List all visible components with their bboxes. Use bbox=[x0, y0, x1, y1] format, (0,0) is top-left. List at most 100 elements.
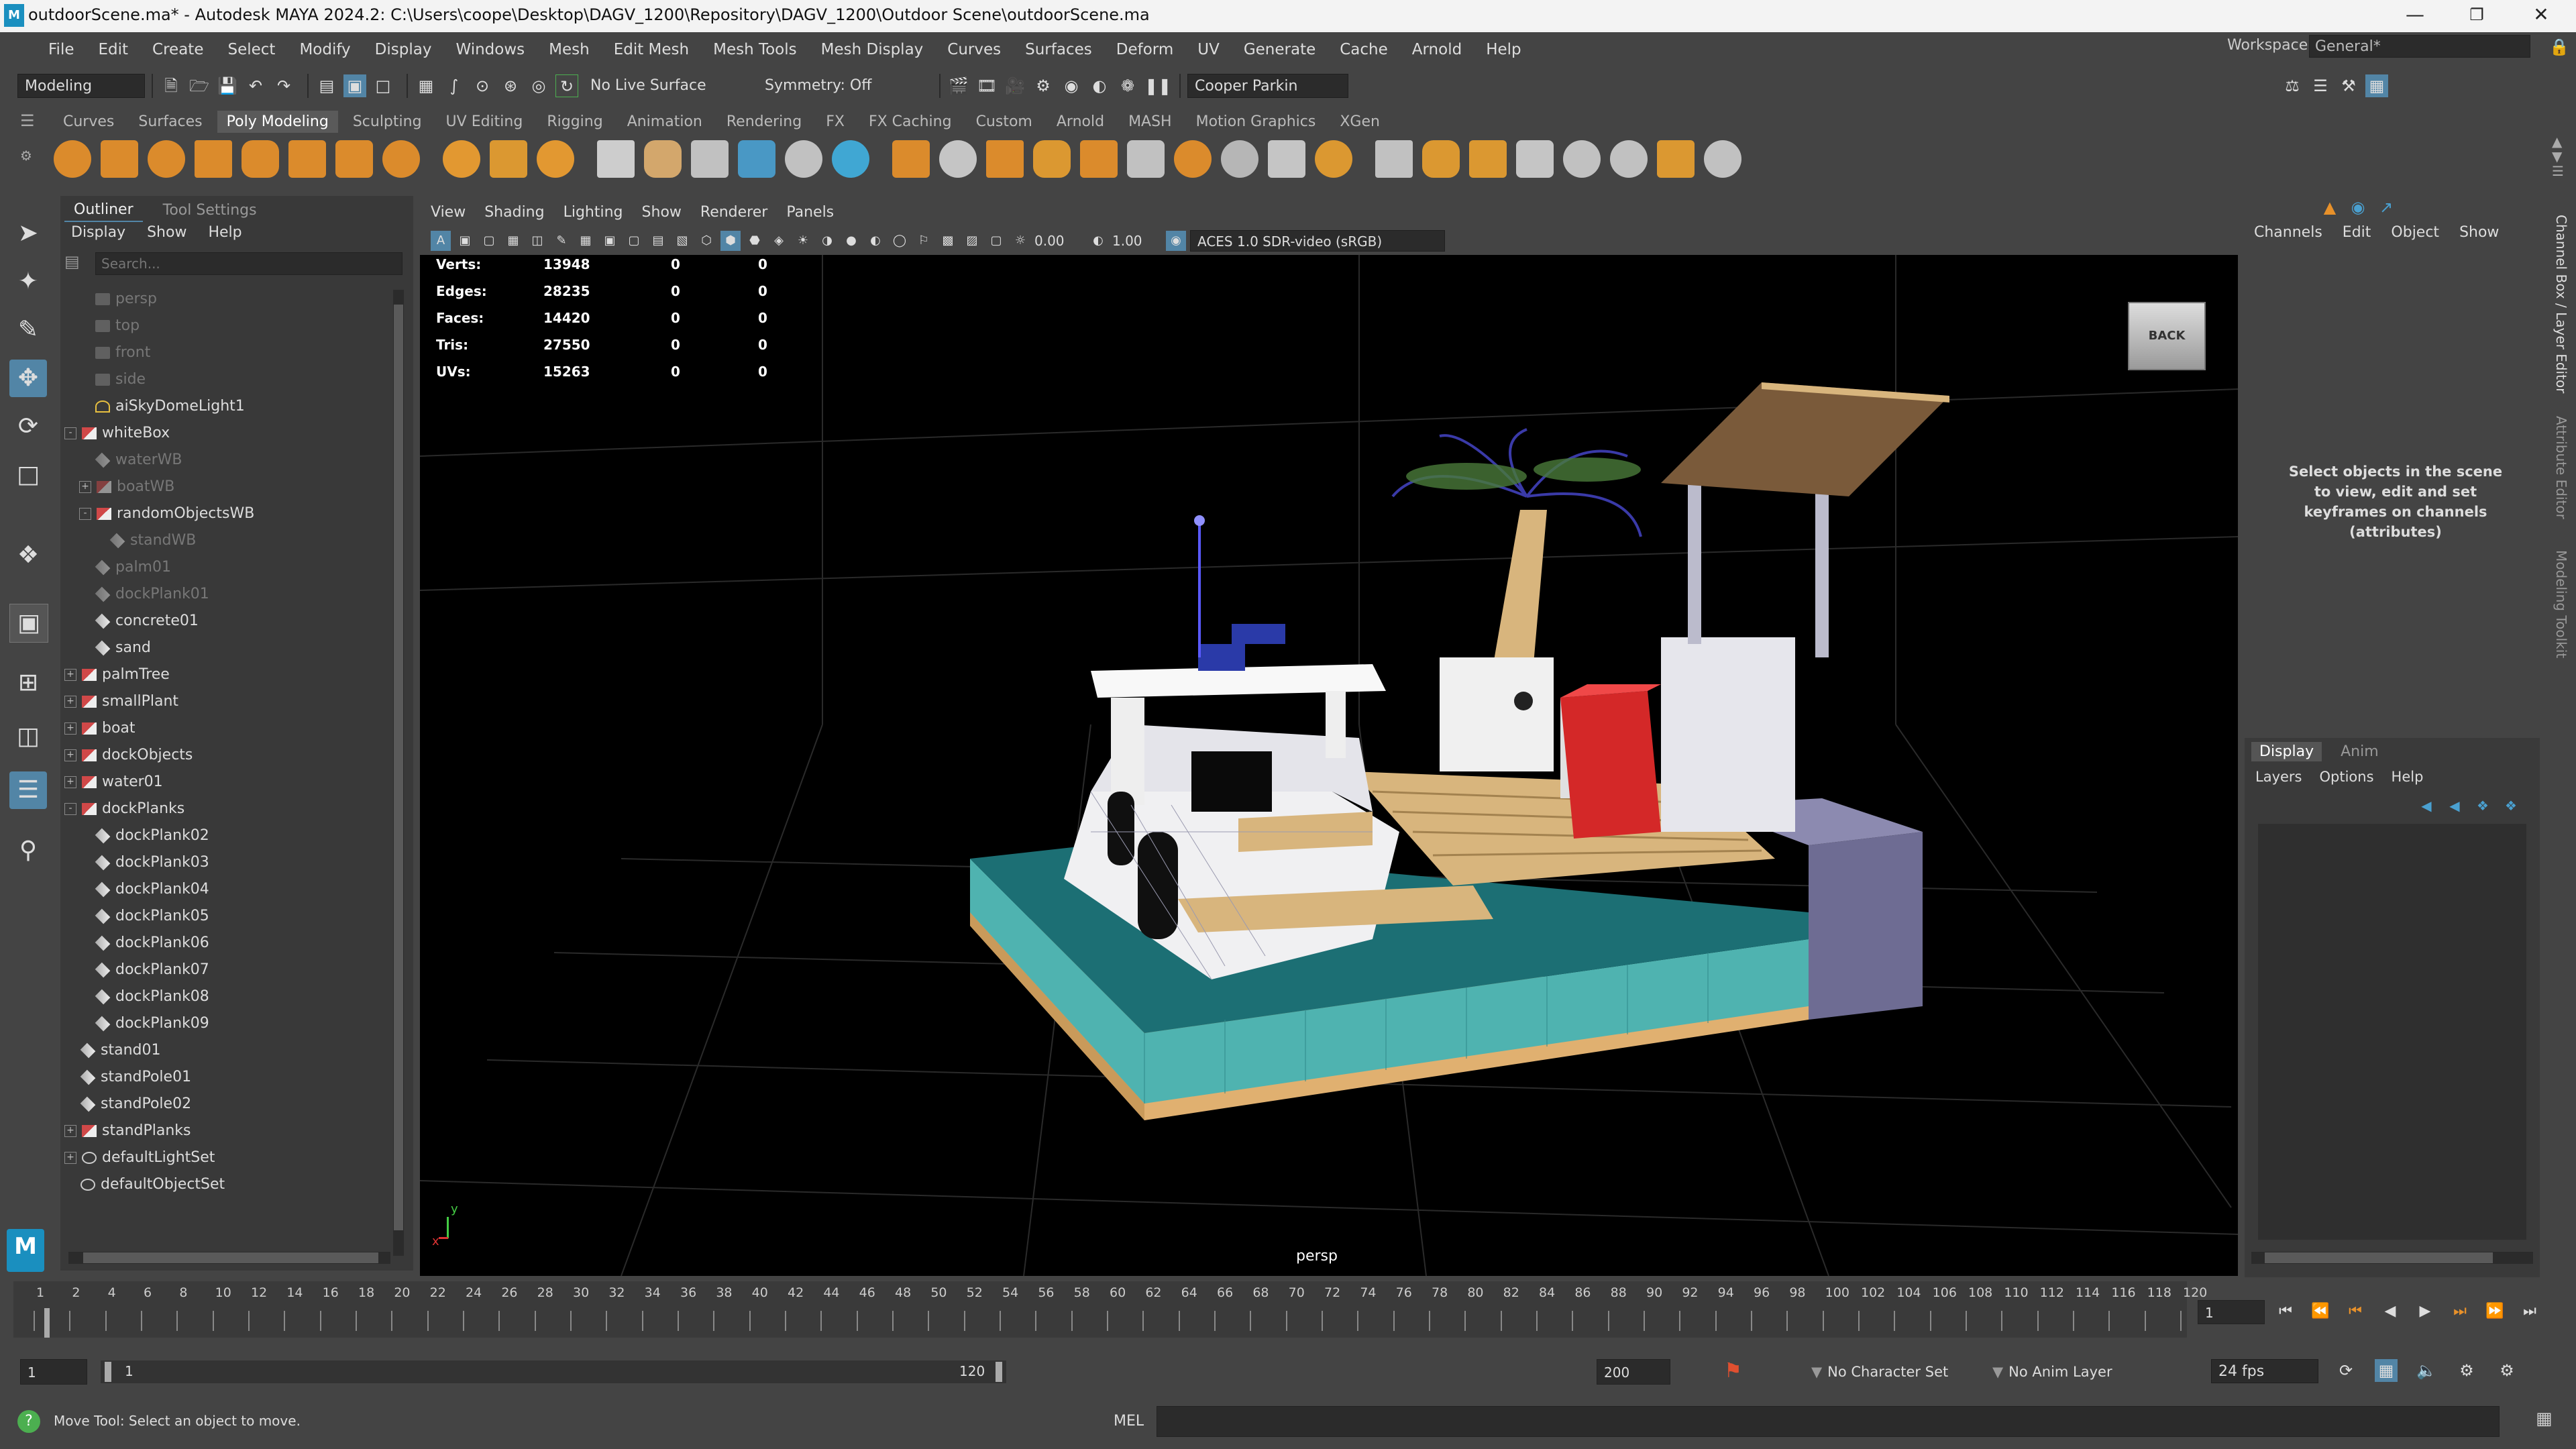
outliner-item[interactable]: + water01 bbox=[64, 769, 393, 796]
exposure-icon[interactable]: ☼ bbox=[1010, 231, 1030, 251]
shelf-tab-fx-caching[interactable]: FX Caching bbox=[859, 111, 961, 133]
tool-settings-icon[interactable]: ⚒ bbox=[2337, 74, 2360, 97]
shelf-tab-uv-editing[interactable]: UV Editing bbox=[437, 111, 533, 133]
single-pane-layout-icon[interactable]: ▣ bbox=[9, 604, 48, 643]
save-scene-icon[interactable]: 💾 bbox=[216, 74, 239, 97]
play-forwards-icon[interactable]: ▶ bbox=[2414, 1300, 2436, 1323]
move-layer-down-icon[interactable]: ◀ bbox=[2443, 794, 2466, 817]
outliner-item[interactable]: persp bbox=[64, 286, 393, 313]
expand-icon[interactable]: + bbox=[64, 696, 76, 708]
shelf-tool-icon-3[interactable] bbox=[148, 140, 185, 178]
outliner-item[interactable]: stand01 bbox=[64, 1037, 393, 1064]
outliner-item[interactable]: dockPlank01 bbox=[64, 581, 393, 608]
animation-start-field[interactable]: 1 bbox=[20, 1359, 87, 1385]
outliner-menu-help[interactable]: Help bbox=[208, 224, 241, 241]
outliner-item[interactable]: front bbox=[64, 339, 393, 366]
shelf-tool-icon-29[interactable] bbox=[1422, 140, 1460, 178]
outliner-item[interactable]: + boatWB bbox=[64, 474, 393, 500]
shelf-menu-icon[interactable]: ☰ bbox=[20, 111, 35, 131]
shelf-tab-surfaces[interactable]: Surfaces bbox=[129, 111, 211, 133]
xray-joints-icon[interactable]: ▨ bbox=[962, 231, 982, 251]
shelf-tool-icon-21[interactable] bbox=[1033, 140, 1071, 178]
menu-select[interactable]: Select bbox=[227, 41, 275, 58]
collapse-icon[interactable]: - bbox=[64, 803, 76, 815]
outliner-menu-show[interactable]: Show bbox=[147, 224, 186, 241]
outliner-item[interactable]: + smallPlant bbox=[64, 688, 393, 715]
shelf-scroll[interactable]: ▲ ▼ ☰ bbox=[2552, 134, 2564, 178]
shelf-tool-icon-22[interactable] bbox=[1080, 140, 1118, 178]
menu-mesh[interactable]: Mesh bbox=[549, 41, 590, 58]
snap-view-icon[interactable]: ⊛ bbox=[499, 74, 522, 97]
outliner-item[interactable]: dockPlank02 bbox=[64, 822, 393, 849]
make-live-icon[interactable]: ↻ bbox=[555, 74, 578, 97]
shadows-icon[interactable]: ◑ bbox=[817, 231, 837, 251]
maximize-button[interactable]: ❐ bbox=[2450, 0, 2504, 32]
outliner-menu-display[interactable]: Display bbox=[71, 224, 125, 241]
tab-tool-settings[interactable]: Tool Settings bbox=[154, 199, 266, 221]
step-forward-key-icon[interactable]: ⏭ bbox=[2449, 1300, 2471, 1323]
current-frame-field[interactable]: 1 bbox=[2198, 1300, 2265, 1324]
shelf-tool-icon-20[interactable] bbox=[986, 140, 1024, 178]
menu-edit-mesh[interactable]: Edit Mesh bbox=[614, 41, 689, 58]
shelf-tool-icon-25[interactable] bbox=[1221, 140, 1258, 178]
outliner-item[interactable]: sand bbox=[64, 635, 393, 661]
collapse-icon[interactable]: - bbox=[79, 508, 91, 520]
outliner-item[interactable]: + dockObjects bbox=[64, 742, 393, 769]
go-to-start-icon[interactable]: ⏮ bbox=[2274, 1300, 2297, 1323]
bookmarks-icon[interactable]: ▢ bbox=[479, 231, 499, 251]
outliner-item[interactable]: dockPlank07 bbox=[64, 957, 393, 983]
shelf-tool-icon-5[interactable] bbox=[241, 140, 279, 178]
outliner-vertical-scrollbar[interactable] bbox=[393, 290, 404, 1256]
shelf-tool-icon-17[interactable] bbox=[832, 140, 869, 178]
undo-icon[interactable]: ↶ bbox=[244, 74, 267, 97]
last-tool-icon[interactable]: ❖ bbox=[9, 537, 47, 574]
lasso-tool-icon[interactable]: ✦ bbox=[9, 263, 47, 301]
channel-box-icon-1[interactable]: ▲ bbox=[2318, 196, 2341, 219]
close-button[interactable]: ✕ bbox=[2514, 0, 2568, 32]
paint-select-tool-icon[interactable]: ✎ bbox=[9, 311, 47, 349]
auto-key-icon[interactable]: ⚑ bbox=[1724, 1359, 1742, 1383]
outliner-item[interactable]: side bbox=[64, 366, 393, 393]
safe-action-icon[interactable]: ▧ bbox=[672, 231, 692, 251]
wireframe-icon[interactable]: ⬡ bbox=[696, 231, 716, 251]
symmetry-dropdown[interactable]: Symmetry: Off bbox=[758, 74, 932, 98]
shelf-tool-icon-1[interactable] bbox=[54, 140, 91, 178]
menu-arnold[interactable]: Arnold bbox=[1412, 41, 1462, 58]
tab-outliner[interactable]: Outliner bbox=[64, 199, 143, 222]
viewport-menu-renderer[interactable]: Renderer bbox=[700, 204, 767, 221]
resolution-gate-icon[interactable]: ▢ bbox=[624, 231, 644, 251]
motion-blur-icon[interactable]: ◐ bbox=[865, 231, 885, 251]
anti-aliasing-icon[interactable]: ◯ bbox=[890, 231, 910, 251]
outliner-layout-icon[interactable]: ☰ bbox=[9, 771, 47, 809]
menu-edit[interactable]: Edit bbox=[99, 41, 129, 58]
outliner-horizontal-scrollbar[interactable] bbox=[68, 1252, 390, 1264]
outliner-item[interactable]: standWB bbox=[64, 527, 393, 554]
viewport-menu-view[interactable]: View bbox=[431, 204, 466, 221]
script-editor-icon[interactable]: ▦ bbox=[2536, 1409, 2553, 1429]
shelf-tab-poly-modeling[interactable]: Poly Modeling bbox=[217, 110, 338, 133]
tab-anim-layers[interactable]: Anim bbox=[2332, 742, 2387, 761]
outliner-search-input[interactable] bbox=[95, 252, 402, 275]
step-forward-frame-icon[interactable]: ⏩ bbox=[2483, 1300, 2506, 1323]
ipr-render-icon[interactable]: 🎥 bbox=[1004, 74, 1026, 97]
menu-file[interactable]: File bbox=[48, 41, 74, 58]
show-menu[interactable]: Show bbox=[2459, 224, 2499, 241]
object-menu[interactable]: Object bbox=[2391, 224, 2439, 241]
shelf-tool-icon-4[interactable] bbox=[195, 140, 232, 178]
snap-curve-icon[interactable]: ∫ bbox=[443, 74, 466, 97]
live-surface-field[interactable]: No Live Surface bbox=[584, 74, 745, 98]
gate-mask-icon[interactable]: ▤ bbox=[648, 231, 668, 251]
select-camera-icon[interactable]: A bbox=[431, 231, 451, 251]
shelf-tool-icon-19[interactable] bbox=[939, 140, 977, 178]
lights-icon[interactable]: ☀ bbox=[793, 231, 813, 251]
expand-icon[interactable]: + bbox=[64, 1152, 76, 1164]
shelf-tool-icon-24[interactable] bbox=[1174, 140, 1212, 178]
menu-cache[interactable]: Cache bbox=[1340, 41, 1388, 58]
outliner-item[interactable]: aiSkyDomeLight1 bbox=[64, 393, 393, 420]
lock-icon[interactable]: 🔒 bbox=[2549, 38, 2569, 56]
pause-icon[interactable]: ❚❚ bbox=[1144, 74, 1171, 97]
viewport-menu-show[interactable]: Show bbox=[642, 204, 682, 221]
viewport-menu-shading[interactable]: Shading bbox=[484, 204, 544, 221]
time-slider[interactable]: 1 2 4 6 8 10 12 14 16 18 20 22 24 26 28 30 32 34 36 38 40 42 4… bbox=[13, 1281, 2207, 1338]
command-input[interactable] bbox=[1157, 1406, 2500, 1437]
